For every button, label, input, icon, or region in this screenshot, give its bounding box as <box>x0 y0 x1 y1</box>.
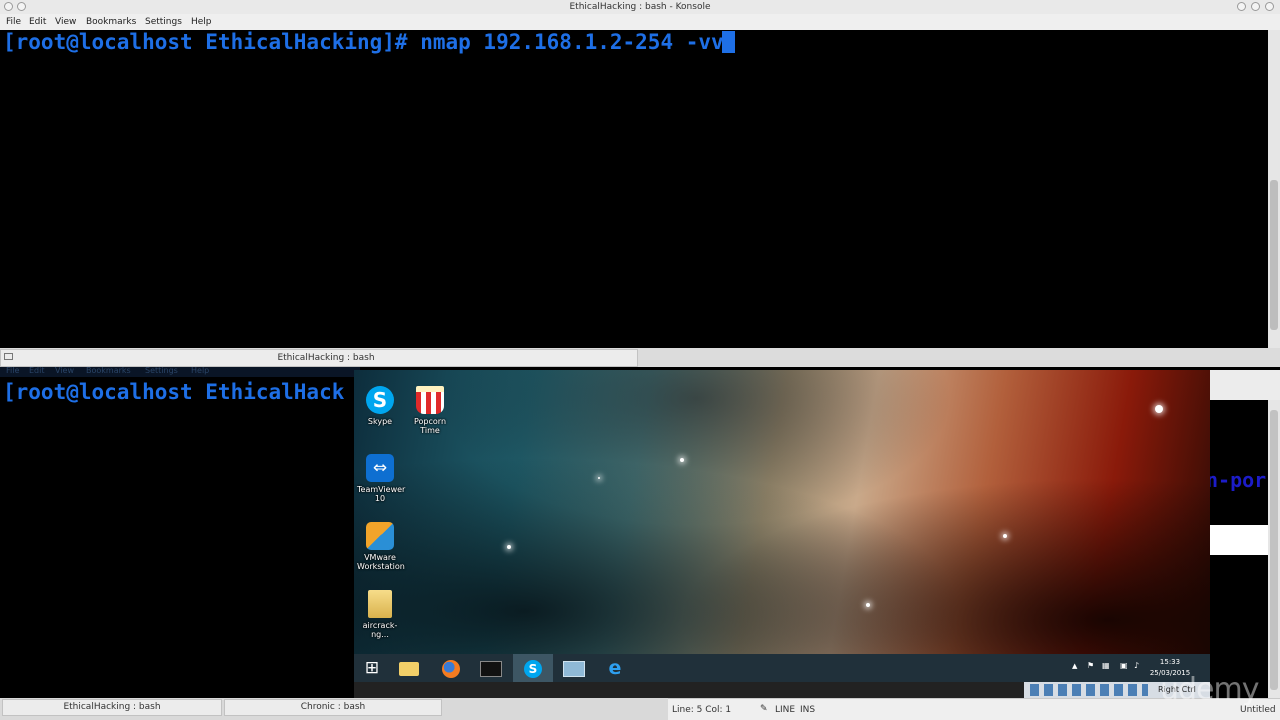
menu-file[interactable]: File <box>6 14 21 30</box>
terminal-app-icon[interactable] <box>474 656 508 680</box>
firefox-icon[interactable] <box>434 656 468 680</box>
insert-mode[interactable]: INS <box>800 705 815 715</box>
pencil-icon: ✎ <box>760 704 768 714</box>
bottom-scrollbar-thumb[interactable] <box>1270 410 1278 690</box>
tab-label: EthicalHacking : bash <box>277 353 375 363</box>
tray-chevron-icon[interactable]: ▲ <box>1072 662 1077 670</box>
tray-network-icon[interactable]: ▦ <box>1102 661 1110 670</box>
menu-view[interactable]: View <box>55 366 74 375</box>
close-icon[interactable] <box>1265 2 1274 11</box>
folder-icon <box>368 590 392 618</box>
teamviewer-icon: ⇔ <box>366 454 394 482</box>
start-button-icon[interactable]: ⊞ <box>355 656 389 680</box>
desktop-icon-label: aircrack-ng... <box>362 621 398 639</box>
tray-flag-icon[interactable]: ⚑ <box>1087 661 1094 670</box>
wallpaper-shading <box>354 370 1210 654</box>
terminal-cursor <box>722 31 735 53</box>
bottom-command-line: [root@localhost EthicalHack <box>3 380 345 404</box>
vm-device-icons[interactable] <box>1030 684 1148 696</box>
vmware-icon <box>366 522 394 550</box>
background-window-field <box>1210 525 1268 555</box>
menu-edit[interactable]: Edit <box>29 366 45 375</box>
maximize-icon[interactable] <box>1251 2 1260 11</box>
menu-help[interactable]: Help <box>191 14 212 30</box>
background-window-header <box>1210 370 1280 400</box>
desktop-icon-popcorn-time[interactable]: Popcorn Time <box>407 386 453 435</box>
top-scrollbar-thumb[interactable] <box>1270 180 1278 330</box>
menu-bookmarks[interactable]: Bookmarks <box>86 14 136 30</box>
cursor-position: Line: 5 Col: 1 <box>672 705 732 715</box>
tray-volume-icon[interactable]: ♪ <box>1134 661 1139 670</box>
menu-edit[interactable]: Edit <box>29 14 46 30</box>
menu-settings[interactable]: Settings <box>145 366 178 375</box>
menu-file[interactable]: File <box>6 366 19 375</box>
wallpaper-star <box>598 477 600 479</box>
menu-bookmarks[interactable]: Bookmarks <box>86 366 131 375</box>
top-terminal[interactable] <box>0 30 1268 348</box>
skype-icon: S <box>366 386 394 414</box>
desktop-icon-label: Popcorn Time <box>413 417 447 435</box>
top-command-line: [root@localhost EthicalHacking]# nmap 19… <box>3 30 724 54</box>
desktop-icon-aircrack[interactable]: aircrack-ng... <box>355 590 405 639</box>
desktop-icon-label: VMware Workstation <box>357 553 405 571</box>
wallpaper-star <box>680 458 684 462</box>
wallpaper-star <box>1003 534 1007 538</box>
desktop-icon-skype[interactable]: S Skype <box>357 386 403 426</box>
popcorn-icon <box>416 386 444 414</box>
wallpaper-star <box>866 603 870 607</box>
tray-chat-icon[interactable]: ▣ <box>1120 661 1128 670</box>
internet-explorer-icon[interactable]: e <box>598 656 632 680</box>
desktop-icon-label: TeamViewer 10 <box>357 485 406 503</box>
udemy-watermark: udemy <box>1160 672 1259 707</box>
menu-help[interactable]: Help <box>191 366 209 375</box>
wallpaper-star <box>507 545 511 549</box>
file-explorer-icon[interactable] <box>392 656 426 680</box>
remote-desktop-icon[interactable] <box>557 656 591 680</box>
line-mode[interactable]: LINE <box>775 705 795 715</box>
menu-view[interactable]: View <box>55 14 76 30</box>
clock-time: 15:33 <box>1159 658 1181 666</box>
tab-chronic[interactable]: Chronic : bash <box>224 699 442 716</box>
tab-label: Chronic : bash <box>300 702 366 712</box>
desktop-icon-vmware[interactable]: VMware Workstation <box>357 522 405 571</box>
desktop-icon-label: Skype <box>367 417 393 426</box>
menu-settings[interactable]: Settings <box>145 14 182 30</box>
wallpaper-star <box>1155 405 1163 413</box>
skype-taskbar-icon[interactable]: S <box>516 656 550 680</box>
minimize-icon[interactable] <box>1237 2 1246 11</box>
background-text-fragment: n-por <box>1206 468 1267 492</box>
bottom-menu-bar <box>0 367 360 377</box>
tab-ethicalhacking[interactable]: EthicalHacking : bash <box>2 699 222 716</box>
tab-label: EthicalHacking : bash <box>63 702 161 712</box>
window-title: EthicalHacking : bash - Konsole <box>569 2 711 12</box>
desktop-icon-teamviewer[interactable]: ⇔ TeamViewer 10 <box>357 454 406 503</box>
